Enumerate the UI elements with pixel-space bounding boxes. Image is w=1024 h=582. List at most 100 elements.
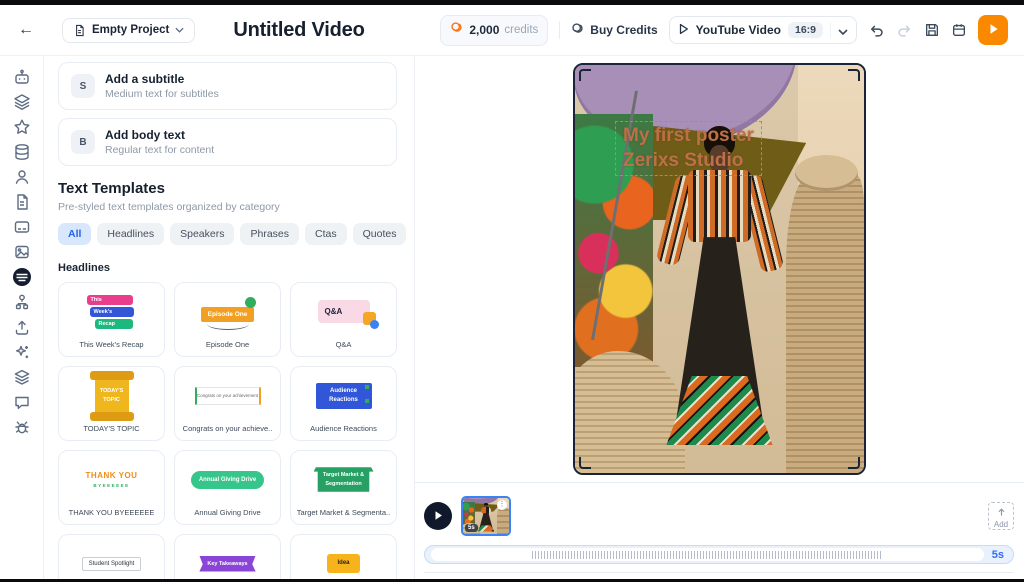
redo-button[interactable] [896, 23, 913, 38]
stage: My first poster Zerixs Studio [415, 56, 1024, 582]
template-card-audience-reactions[interactable]: Audience Reactions Audience Reactions [290, 366, 397, 441]
buy-credits-button[interactable]: Buy Credits [571, 22, 657, 39]
template-preview: Student Spotlight [59, 535, 164, 582]
video-preview[interactable]: My first poster Zerixs Studio [573, 63, 866, 475]
add-subtitle-card[interactable]: S Add a subtitle Medium text for subtitl… [58, 62, 397, 110]
template-preview: Annual Giving Drive [175, 451, 280, 508]
template-label: THANK YOU BYEEEEEE [64, 508, 160, 524]
resize-handle-bottom-right[interactable] [848, 457, 860, 469]
play-icon [433, 509, 443, 524]
subtitles-icon [13, 218, 31, 236]
template-preview: TODAY'S TOPIC [59, 367, 164, 424]
template-card-episode-one[interactable]: Episode One Episode One [174, 282, 281, 357]
sidebar-item-comments[interactable] [9, 393, 35, 411]
template-card-student-spotlight[interactable]: Student Spotlight Student Spotlight [58, 534, 165, 582]
star-icon [13, 118, 31, 136]
template-grid: This Week's Recap This Week's Recap Epis… [58, 282, 397, 582]
sidebar-item-upload[interactable] [9, 318, 35, 336]
header: ← Empty Project Untitled Video 2,000 cre… [0, 5, 1024, 56]
save-button[interactable] [924, 22, 940, 38]
chevron-down-icon [838, 23, 848, 38]
sidebar-item-favorites[interactable] [9, 118, 35, 136]
database-icon [13, 143, 31, 161]
sidebar-item-media-library[interactable] [9, 143, 35, 161]
timeline-clip-selected[interactable]: 5s ⋮ [461, 496, 511, 536]
woman-figure [662, 126, 778, 473]
play-outline-icon [678, 23, 689, 38]
sidebar-item-stack[interactable] [9, 368, 35, 386]
template-card-qa[interactable]: Q&A Q&A [290, 282, 397, 357]
stack-icon [13, 368, 31, 386]
sidebar-item-captions[interactable] [9, 218, 35, 236]
template-preview: Episode One [175, 283, 280, 340]
divider [559, 21, 560, 39]
coin-icon [450, 21, 464, 40]
resize-handle-top-left[interactable] [579, 69, 591, 81]
sidebar-item-images[interactable] [9, 243, 35, 261]
template-preview: Congrats on your achievement [175, 367, 280, 424]
image-icon [13, 243, 31, 261]
add-body-text-title: Add body text [105, 128, 214, 142]
workflow-icon [13, 293, 31, 311]
chip-phrases[interactable]: Phrases [240, 223, 299, 245]
sidebar-item-bot[interactable] [9, 68, 35, 86]
text-templates-panel: S Add a subtitle Medium text for subtitl… [44, 56, 415, 582]
overlay-line-1: My first poster [623, 124, 754, 149]
sidebar-item-workflow[interactable] [9, 293, 35, 311]
project-selector-label: Empty Project [92, 24, 169, 36]
template-card-todays-topic[interactable]: TODAY'S TOPIC TODAY'S TOPIC [58, 366, 165, 441]
overlay-line-2: Zerixs Studio [623, 149, 754, 174]
template-card-this-weeks-recap[interactable]: This Week's Recap This Week's Recap [58, 282, 165, 357]
template-card-thank-you[interactable]: THANK YOU BYEEEEEE THANK YOU BYEEEEEE [58, 450, 165, 525]
chip-ctas[interactable]: Ctas [305, 223, 347, 245]
subtitle-badge: S [71, 74, 95, 98]
template-card-annual-giving-drive[interactable]: Annual Giving Drive Annual Giving Drive [174, 450, 281, 525]
template-preview: Key Takeaways [175, 535, 280, 582]
sidebar-item-layers[interactable] [9, 93, 35, 111]
body-badge: B [71, 130, 95, 154]
chip-headlines[interactable]: Headlines [97, 223, 164, 245]
template-preview: Audience Reactions [291, 367, 396, 424]
resize-handle-top-right[interactable] [848, 69, 860, 81]
add-body-text-card[interactable]: B Add body text Regular text for content [58, 118, 397, 166]
template-card-idea[interactable]: Idea Idea [290, 534, 397, 582]
template-preview: Idea [291, 535, 396, 582]
template-label: This Week's Recap [74, 340, 148, 356]
upload-icon [997, 504, 1006, 519]
audio-track[interactable]: 5s [424, 545, 1014, 564]
add-body-text-desc: Regular text for content [105, 144, 214, 156]
add-clip-label: Add [994, 520, 1008, 529]
bot-icon [13, 68, 31, 86]
format-selector[interactable]: YouTube Video 16:9 [669, 16, 857, 44]
section-description: Pre-styled text templates organized by c… [58, 201, 397, 213]
chip-speakers[interactable]: Speakers [170, 223, 234, 245]
user-icon [13, 168, 31, 186]
text-overlay-selected[interactable]: My first poster Zerixs Studio [615, 121, 762, 176]
project-selector[interactable]: Empty Project [62, 18, 195, 43]
back-button[interactable]: ← [16, 21, 36, 39]
sidebar-item-avatars[interactable] [9, 168, 35, 186]
chat-icon [13, 393, 31, 411]
add-clip-button[interactable]: Add [988, 502, 1014, 530]
export-button[interactable] [978, 15, 1008, 45]
timeline-divider [424, 572, 1014, 573]
template-label: Episode One [201, 340, 254, 356]
clip-menu-button[interactable]: ⋮ [497, 500, 507, 510]
sidebar-item-text-templates-active[interactable] [9, 268, 35, 286]
sidebar-item-debug[interactable] [9, 418, 35, 436]
resize-handle-bottom-left[interactable] [579, 457, 591, 469]
chip-all[interactable]: All [58, 223, 91, 245]
clip-duration-badge: 5s [465, 524, 478, 532]
track-duration-label: 5s [992, 549, 1004, 561]
template-card-target-market[interactable]: Target Market & Segmentation Target Mark… [290, 450, 397, 525]
timeline-play-button[interactable] [424, 502, 452, 530]
chip-quotes[interactable]: Quotes [353, 223, 407, 245]
template-card-congrats[interactable]: Congrats on your achievement Congrats on… [174, 366, 281, 441]
section-title: Text Templates [58, 180, 397, 197]
sidebar-item-ai-tools[interactable] [9, 343, 35, 361]
sidebar-item-script[interactable] [9, 193, 35, 211]
template-card-key-takeaways[interactable]: Key Takeaways Key Takeaways [174, 534, 281, 582]
undo-button[interactable] [868, 23, 885, 38]
main-layout: S Add a subtitle Medium text for subtitl… [0, 56, 1024, 582]
schedule-button[interactable] [951, 22, 967, 38]
